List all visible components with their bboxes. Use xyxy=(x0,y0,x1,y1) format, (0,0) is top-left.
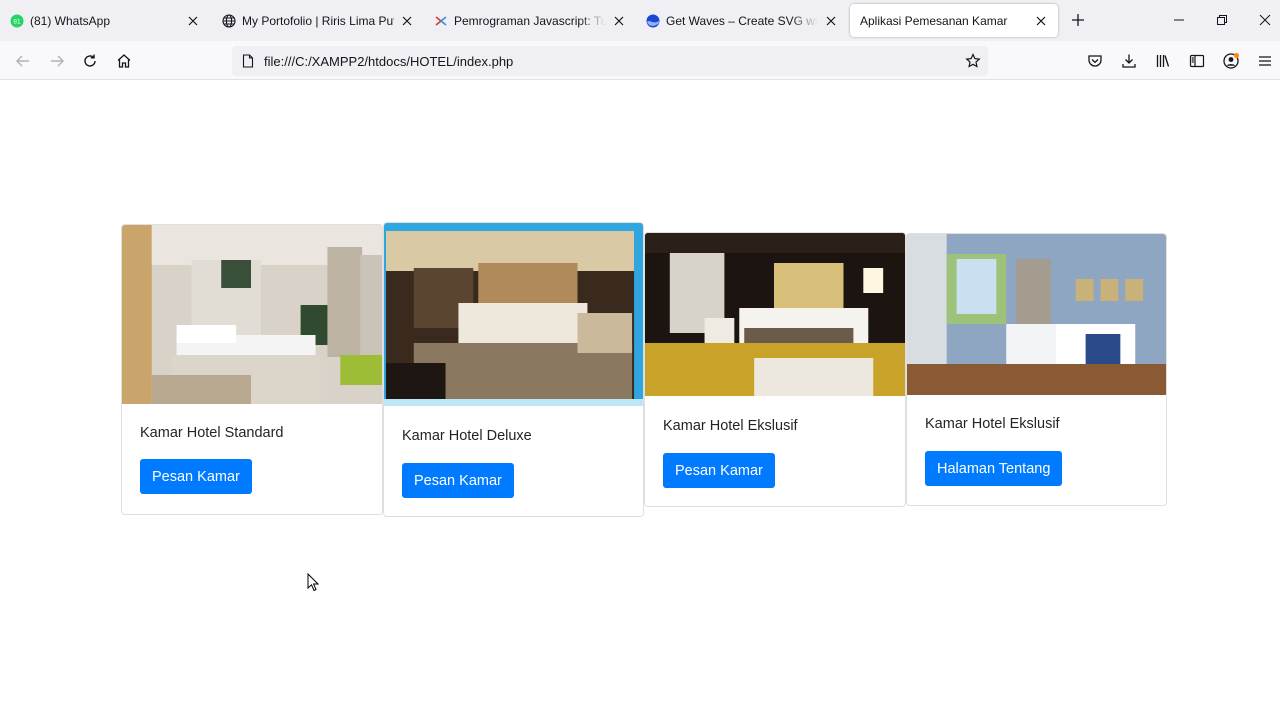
room-title: Kamar Hotel Ekslusif xyxy=(925,416,1060,432)
tab-title: Aplikasi Pemesanan Kamar xyxy=(860,13,1008,28)
close-icon[interactable] xyxy=(1034,14,1048,28)
back-button[interactable] xyxy=(12,50,34,72)
download-icon[interactable] xyxy=(1118,50,1140,72)
pesan-kamar-button[interactable]: Pesan Kamar xyxy=(140,459,252,494)
bookmark-star-icon[interactable] xyxy=(964,52,982,70)
url-text: file:///C:/XAMPP2/htdocs/HOTEL/index.php xyxy=(264,53,514,69)
restore-button[interactable] xyxy=(1200,0,1244,40)
reload-button[interactable] xyxy=(79,50,101,72)
tab-javascript[interactable]: Pemrograman Javascript: Tugas xyxy=(424,4,636,37)
room-card: Kamar Hotel Ekslusif Halaman Tentang xyxy=(906,233,1167,506)
room-title: Kamar Hotel Standard xyxy=(140,425,284,441)
close-icon[interactable] xyxy=(612,14,626,28)
menu-icon[interactable] xyxy=(1254,50,1276,72)
tab-aplikasi-pemesanan[interactable]: Aplikasi Pemesanan Kamar xyxy=(850,4,1058,37)
waves-logo-icon xyxy=(646,14,660,28)
tab-getwaves[interactable]: Get Waves – Create SVG waves f xyxy=(636,4,848,37)
tab-title: (81) WhatsApp xyxy=(30,13,111,28)
forward-button[interactable] xyxy=(46,50,68,72)
mouse-cursor-icon xyxy=(307,572,320,592)
navigation-toolbar: file:///C:/XAMPP2/htdocs/HOTEL/index.php xyxy=(0,41,1280,80)
globe-icon xyxy=(222,13,236,28)
address-bar[interactable]: file:///C:/XAMPP2/htdocs/HOTEL/index.php xyxy=(232,46,988,76)
tab-title: Get Waves – Create SVG waves f xyxy=(666,13,818,28)
account-icon[interactable] xyxy=(1220,50,1242,72)
room-photo-ekslusif-2 xyxy=(907,234,1166,395)
halaman-tentang-button[interactable]: Halaman Tentang xyxy=(925,451,1063,486)
room-photo-deluxe xyxy=(384,223,643,406)
sidebar-icon[interactable] xyxy=(1186,50,1208,72)
tab-portfolio[interactable]: My Portofolio | Riris Lima Putri xyxy=(212,4,424,37)
code-logo-icon xyxy=(434,14,448,28)
library-icon[interactable] xyxy=(1152,50,1174,72)
whatsapp-badge: 81 xyxy=(13,18,21,25)
pocket-icon[interactable] xyxy=(1084,50,1106,72)
room-title: Kamar Hotel Deluxe xyxy=(402,428,532,444)
tab-whatsapp[interactable]: 81 (81) WhatsApp xyxy=(0,4,210,37)
tab-title: My Portofolio | Riris Lima Putri xyxy=(242,13,394,28)
close-window-button[interactable] xyxy=(1243,0,1280,40)
new-tab-button[interactable] xyxy=(1068,10,1088,30)
room-card: Kamar Hotel Deluxe Pesan Kamar xyxy=(383,222,644,517)
tab-title: Pemrograman Javascript: Tugas xyxy=(454,13,606,28)
tab-strip: 81 (81) WhatsApp My Portofolio | Riris L… xyxy=(0,0,1280,41)
close-icon[interactable] xyxy=(824,14,838,28)
close-icon[interactable] xyxy=(400,14,414,28)
room-card: Kamar Hotel Ekslusif Pesan Kamar xyxy=(644,232,906,507)
close-icon[interactable] xyxy=(186,14,200,28)
pesan-kamar-button[interactable]: Pesan Kamar xyxy=(663,453,775,488)
whatsapp-icon: 81 xyxy=(10,14,24,28)
pesan-kamar-button[interactable]: Pesan Kamar xyxy=(402,463,514,498)
room-card: Kamar Hotel Standard Pesan Kamar xyxy=(121,224,383,515)
room-photo-standard xyxy=(122,225,382,404)
room-photo-ekslusif xyxy=(645,233,905,396)
minimize-button[interactable] xyxy=(1157,0,1201,40)
page-icon xyxy=(240,53,256,69)
room-title: Kamar Hotel Ekslusif xyxy=(663,418,798,434)
home-button[interactable] xyxy=(113,50,135,72)
